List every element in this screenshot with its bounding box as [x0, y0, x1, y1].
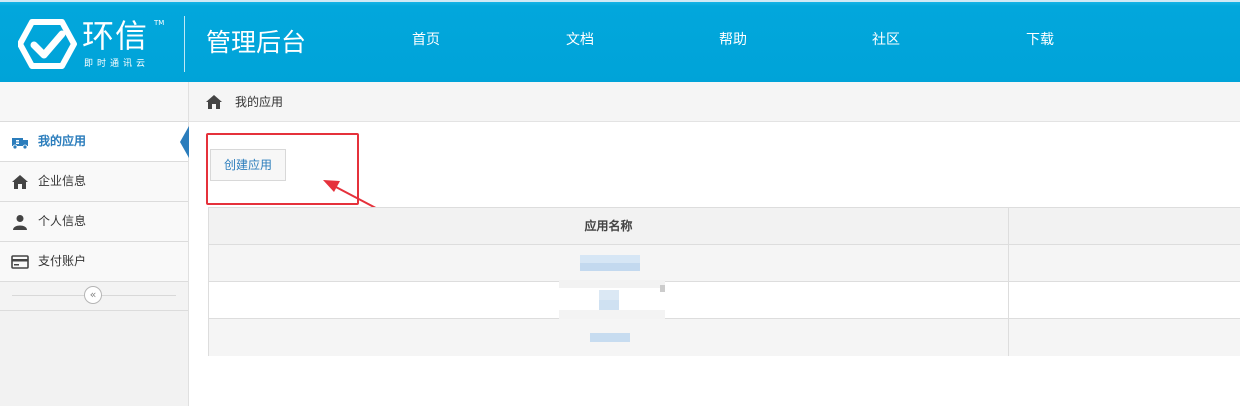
breadcrumb: 我的应用 — [189, 82, 1240, 122]
table-cell-extra — [1009, 282, 1240, 318]
app-name-cell — [209, 245, 1009, 281]
logo-hexagon-icon — [18, 19, 77, 69]
sidebar-item-company-info[interactable]: 企业信息 — [0, 162, 188, 202]
apps-table: 应用名称 — [208, 207, 1240, 356]
nav-item-community[interactable]: 社区 — [872, 30, 900, 50]
nav-item-help[interactable]: 帮助 — [719, 30, 747, 50]
obscured-app-name — [599, 300, 619, 310]
app-name-cell — [209, 280, 1009, 319]
obscured-app-name — [580, 263, 640, 271]
sidebar-item-label: 支付账户 — [38, 254, 87, 268]
sidebar: 我的应用 企业信息 个人信息 支付账户 « — [0, 82, 189, 406]
sidebar-item-label: 企业信息 — [38, 174, 87, 188]
table-row[interactable] — [209, 280, 1240, 319]
annotation-highlight-box — [206, 133, 359, 205]
table-header-app-name: 应用名称 — [209, 208, 1009, 244]
sidebar-item-label: 个人信息 — [38, 214, 87, 228]
logo-subtitle: 即时通讯云 — [84, 59, 150, 69]
header-divider — [184, 16, 185, 72]
home-icon — [12, 175, 28, 189]
top-header: 环信 TM 即时通讯云 管理后台 首页 文档 帮助 社区 下载 — [0, 0, 1240, 82]
obscured-app-name — [559, 310, 665, 319]
home-icon[interactable] — [205, 94, 223, 110]
nav-item-home[interactable]: 首页 — [412, 30, 440, 50]
table-header-extra — [1009, 208, 1240, 244]
user-icon — [13, 215, 27, 230]
table-cell-extra — [1009, 319, 1240, 356]
sidebar-item-label: 我的应用 — [38, 134, 87, 148]
logo-trademark: TM — [154, 19, 165, 27]
obscured-app-name — [580, 255, 640, 263]
sidebar-item-personal-info[interactable]: 个人信息 — [0, 202, 188, 242]
obscured-app-name — [660, 285, 665, 292]
sidebar-item-payment-account[interactable]: 支付账户 — [0, 242, 188, 282]
collapse-sidebar-button[interactable]: « — [84, 286, 102, 304]
sidebar-item-my-apps[interactable]: 我的应用 — [0, 122, 189, 162]
breadcrumb-current: 我的应用 — [235, 95, 284, 109]
table-cell-extra — [1009, 245, 1240, 281]
easemob-logo[interactable]: 环信 TM 即时通讯云 — [18, 16, 168, 72]
nav-item-download[interactable]: 下载 — [1026, 30, 1054, 50]
logo-text: 环信 — [82, 17, 149, 55]
obscured-app-name — [599, 290, 619, 300]
app-icon — [12, 138, 28, 150]
sidebar-collapse-row: « — [0, 282, 188, 311]
column-header: 应用名称 — [584, 219, 633, 233]
obscured-app-name — [590, 333, 630, 342]
sidebar-header — [0, 82, 188, 122]
table-row[interactable] — [209, 245, 1240, 282]
nav-item-docs[interactable]: 文档 — [566, 30, 594, 50]
credit-card-icon — [11, 255, 29, 269]
table-header-row: 应用名称 — [209, 208, 1240, 245]
header-title: 管理后台 — [206, 28, 307, 57]
app-name-cell — [209, 319, 1009, 356]
active-indicator — [180, 126, 189, 158]
obscured-app-name — [559, 280, 665, 288]
table-row[interactable] — [209, 319, 1240, 356]
